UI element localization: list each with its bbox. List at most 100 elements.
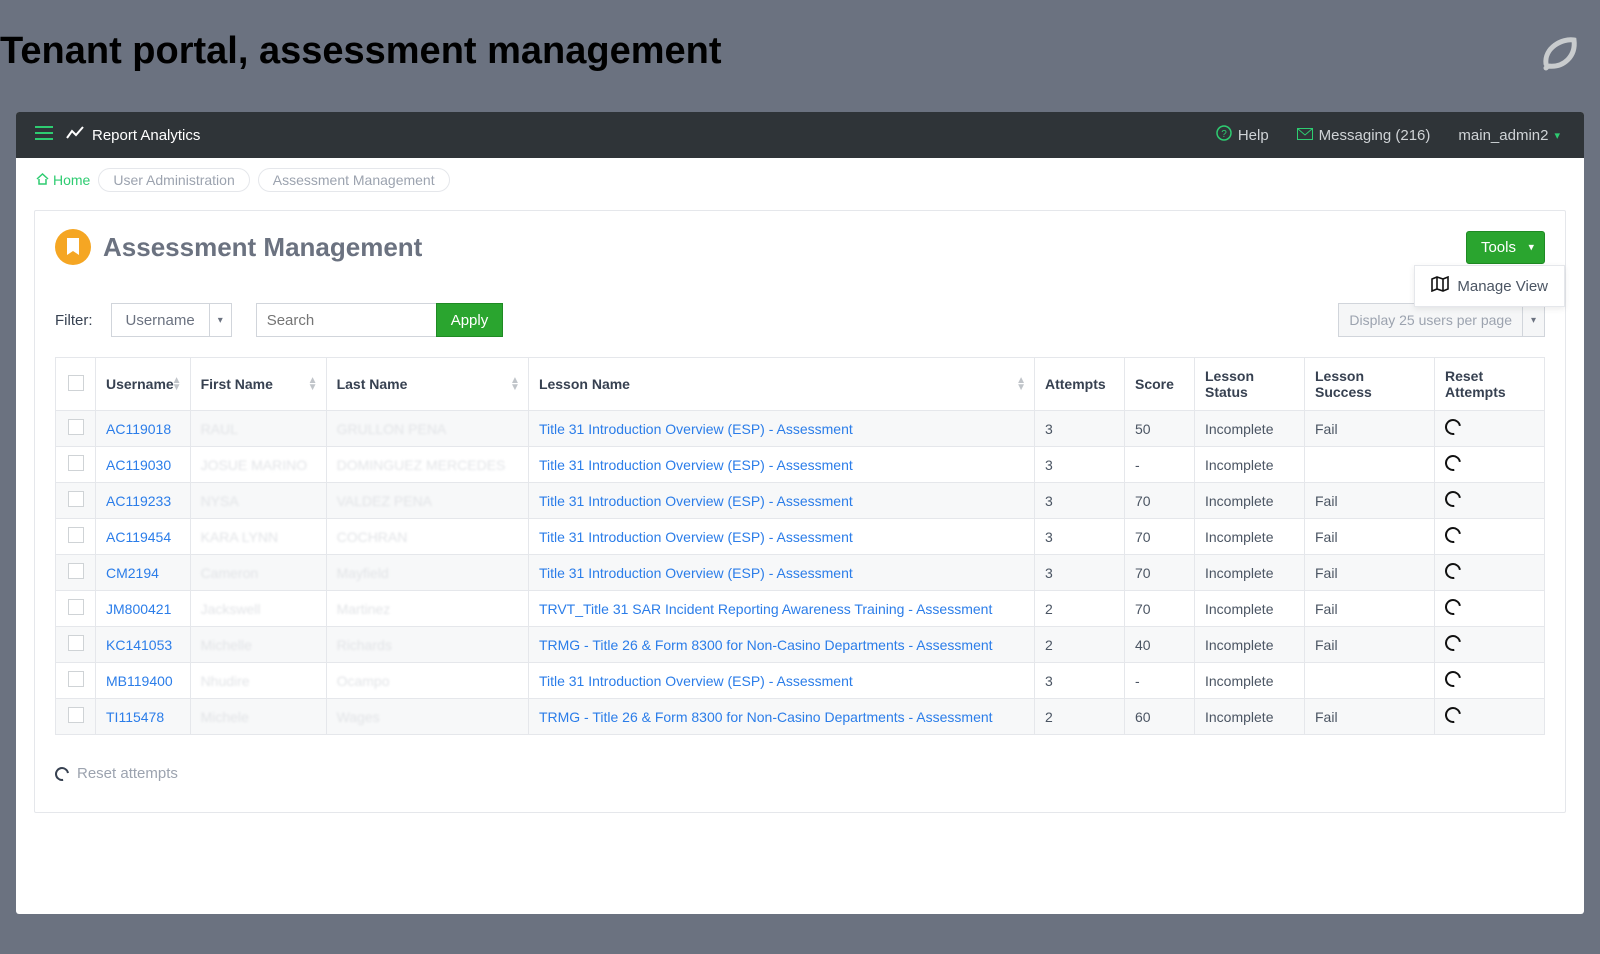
apply-button[interactable]: Apply: [436, 303, 504, 337]
topbar: Report Analytics ? Help Messaging (216) …: [16, 112, 1584, 158]
col-label: Lesson Name: [539, 376, 630, 392]
col-header-attempts: Attempts: [1035, 358, 1125, 411]
last-name-cell: Mayfield: [337, 565, 389, 581]
col-header-last-name[interactable]: Last Name▲▼: [326, 358, 528, 411]
row-checkbox[interactable]: [68, 563, 84, 579]
search-input[interactable]: [256, 303, 436, 337]
username-link[interactable]: AC119030: [106, 457, 171, 473]
username-link[interactable]: CM2194: [106, 565, 159, 581]
row-checkbox[interactable]: [68, 707, 84, 723]
filter-field-select[interactable]: Username ▾: [111, 303, 232, 337]
reset-attempts-button[interactable]: [1442, 668, 1464, 690]
help-circle-icon: ?: [1216, 125, 1232, 145]
row-checkbox[interactable]: [68, 455, 84, 471]
lesson-link[interactable]: TRVT_Title 31 SAR Incident Reporting Awa…: [539, 601, 992, 617]
manage-view-item[interactable]: Manage View: [1414, 265, 1565, 307]
chevron-down-icon: ▾: [1528, 241, 1534, 254]
status-cell: Incomplete: [1195, 591, 1305, 627]
map-icon: [1431, 276, 1449, 296]
panel-header: Assessment Management Tools ▾ Manage Vie…: [55, 229, 1545, 265]
score-cell: 70: [1125, 519, 1195, 555]
last-name-cell: VALDEZ PENA: [337, 493, 432, 509]
app-window: Report Analytics ? Help Messaging (216) …: [16, 112, 1584, 914]
lesson-link[interactable]: Title 31 Introduction Overview (ESP) - A…: [539, 421, 853, 437]
attempts-cell: 2: [1035, 591, 1125, 627]
lesson-link[interactable]: TRMG - Title 26 & Form 8300 for Non-Casi…: [539, 637, 993, 653]
breadcrumb-home[interactable]: Home: [36, 172, 90, 188]
row-checkbox[interactable]: [68, 671, 84, 687]
username-link[interactable]: AC119454: [106, 529, 171, 545]
row-checkbox[interactable]: [68, 527, 84, 543]
username-link[interactable]: AC119018: [106, 421, 171, 437]
last-name-cell: Wages: [337, 709, 380, 725]
lesson-link[interactable]: TRMG - Title 26 & Form 8300 for Non-Casi…: [539, 709, 993, 725]
reset-attempts-button[interactable]: [1442, 416, 1464, 438]
username-link[interactable]: KC141053: [106, 637, 172, 653]
last-name-cell: Ocampo: [337, 673, 390, 689]
reset-attempts-button[interactable]: [1442, 704, 1464, 726]
first-name-cell: Michele: [201, 709, 249, 725]
score-cell: 50: [1125, 411, 1195, 447]
row-checkbox[interactable]: [68, 491, 84, 507]
success-cell: Fail: [1305, 411, 1435, 447]
user-menu[interactable]: main_admin2 ▾: [1458, 127, 1560, 144]
reset-attempts-button[interactable]: [1442, 560, 1464, 582]
select-all-checkbox[interactable]: [68, 375, 84, 391]
chevron-down-icon: ▾: [209, 304, 231, 336]
col-header-reset: Reset Attempts: [1435, 358, 1545, 411]
status-cell: Incomplete: [1195, 411, 1305, 447]
first-name-cell: Jackswell: [201, 601, 261, 617]
first-name-cell: Michelle: [201, 637, 252, 653]
reset-attempts-button[interactable]: [1442, 488, 1464, 510]
lesson-link[interactable]: Title 31 Introduction Overview (ESP) - A…: [539, 673, 853, 689]
success-cell: Fail: [1305, 483, 1435, 519]
reset-legend: Reset attempts: [55, 765, 1545, 782]
messaging-link[interactable]: Messaging (216): [1297, 127, 1431, 144]
lesson-link[interactable]: Title 31 Introduction Overview (ESP) - A…: [539, 565, 853, 581]
menu-hamburger-icon[interactable]: [26, 126, 62, 144]
envelope-icon: [1297, 127, 1313, 144]
chevron-down-icon: ▾: [1522, 304, 1544, 336]
app-title: Report Analytics: [92, 127, 200, 144]
help-label: Help: [1238, 127, 1269, 144]
table-row: AC119018RAULGRULLON PENATitle 31 Introdu…: [56, 411, 1545, 447]
breadcrumb-user-admin[interactable]: User Administration: [98, 168, 249, 192]
table-row: CM2194CameronMayfieldTitle 31 Introducti…: [56, 555, 1545, 591]
username-link[interactable]: JM800421: [106, 601, 171, 617]
table-row: AC119030JOSUE MARINODOMINGUEZ MERCEDESTi…: [56, 447, 1545, 483]
status-cell: Incomplete: [1195, 483, 1305, 519]
attempts-cell: 3: [1035, 555, 1125, 591]
row-checkbox[interactable]: [68, 599, 84, 615]
table-row: KC141053 Michelle Richards TRMG - Title 26 …: [56, 627, 1545, 663]
tools-button[interactable]: Tools ▾: [1466, 231, 1545, 264]
breadcrumb-home-label: Home: [53, 172, 90, 188]
row-checkbox[interactable]: [68, 635, 84, 651]
table-row: JM800421JackswellMartinezTRVT_Title 31 S…: [56, 591, 1545, 627]
reset-attempts-button[interactable]: [1442, 524, 1464, 546]
success-cell: Fail: [1305, 519, 1435, 555]
lesson-link[interactable]: Title 31 Introduction Overview (ESP) - A…: [539, 493, 853, 509]
col-header-first-name[interactable]: First Name▲▼: [190, 358, 326, 411]
reset-attempts-button[interactable]: [1442, 452, 1464, 474]
col-header-username[interactable]: Username▲▼: [96, 358, 191, 411]
last-name-cell: GRULLON PENA: [337, 421, 447, 437]
col-header-lesson-name[interactable]: Lesson Name▲▼: [528, 358, 1034, 411]
filter-row: Filter: Username ▾ Apply Display 25 user…: [55, 303, 1545, 337]
username-link[interactable]: AC119233: [106, 493, 171, 509]
help-link[interactable]: ? Help: [1216, 125, 1269, 145]
row-checkbox[interactable]: [68, 419, 84, 435]
lesson-link[interactable]: Title 31 Introduction Overview (ESP) - A…: [539, 457, 853, 473]
score-cell: -: [1125, 663, 1195, 699]
last-name-cell: Richards: [337, 637, 392, 653]
col-header-select: [56, 358, 96, 411]
lesson-link[interactable]: Title 31 Introduction Overview (ESP) - A…: [539, 529, 853, 545]
breadcrumb-assessment-mgmt[interactable]: Assessment Management: [258, 168, 450, 192]
reset-attempts-button[interactable]: [1442, 596, 1464, 618]
last-name-cell: DOMINGUEZ MERCEDES: [337, 457, 506, 473]
logo-leaf-icon: [1534, 30, 1580, 76]
bookmark-badge-icon: [55, 229, 91, 265]
display-per-page-select[interactable]: Display 25 users per page ▾: [1338, 303, 1545, 337]
username-link[interactable]: MB119400: [106, 673, 173, 689]
reset-attempts-button[interactable]: [1442, 632, 1464, 654]
username-link[interactable]: TI115478: [106, 709, 164, 725]
